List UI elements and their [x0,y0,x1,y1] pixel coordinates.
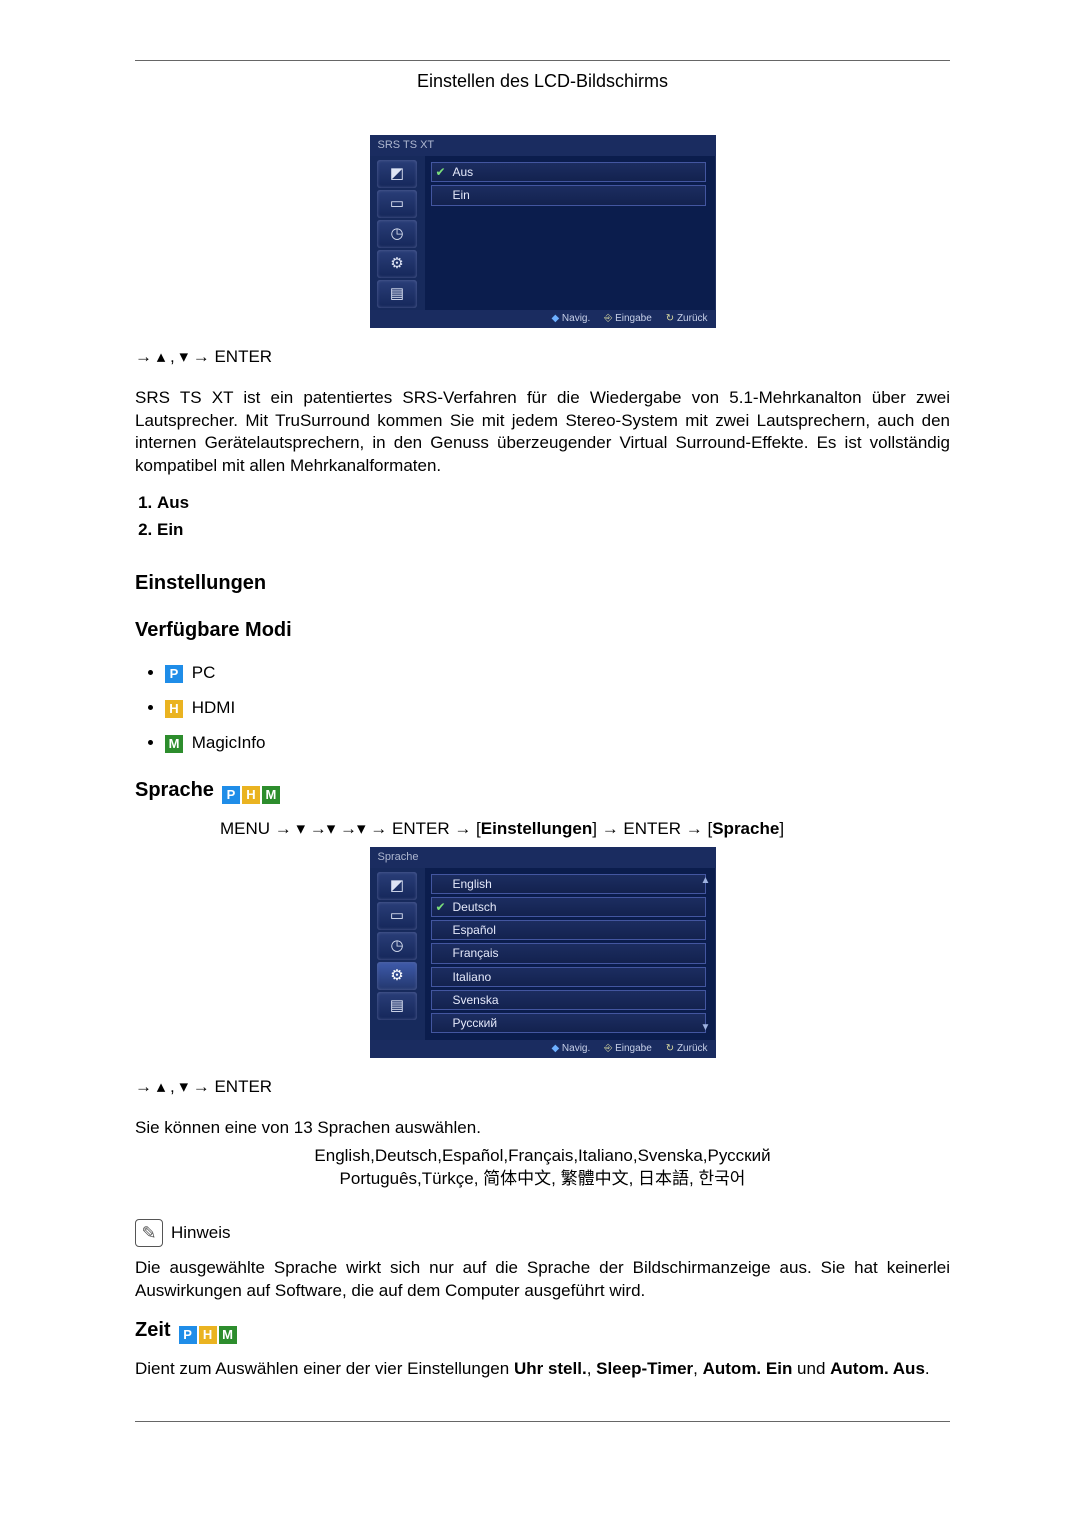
osd-option: ✔Deutsch [431,897,706,917]
osd-srs: SRS TS XT ◩ ▭ ◷ ⚙ ▤ ✔ Aus ✔ Ein ◆ N [370,135,716,327]
osd-title: Sprache [370,847,716,868]
picture-icon: ◩ [377,872,417,900]
top-rule [135,60,950,61]
chip-p-icon: P [222,786,240,804]
languages-line: English,Deutsch,Español,Français,Italian… [135,1145,950,1168]
check-icon: ✔ [436,164,447,180]
chip-h-icon: H [199,1326,217,1344]
sprache-select-text: Sie können eine von 13 Sprachen auswähle… [135,1117,950,1140]
osd-foot-enter: ⎆ Eingabe [604,1042,651,1056]
osd-title: SRS TS XT [370,135,716,156]
chevron-down-icon: ▼ [701,1021,713,1035]
mode-item: M MagicInfo [165,732,950,755]
heading-sprache: Sprache PHM [135,777,950,804]
osd-sprache: Sprache ◩ ▭ ◷ ⚙ ▤ ✔English ✔Deutsch ✔Esp… [370,847,716,1058]
languages-line: Português,Türkçe, 简体中文, 繁體中文, 日本語, 한국어 [135,1168,950,1191]
srs-option-list: Aus Ein [135,492,950,542]
mode-label: HDMI [192,698,235,717]
osd-option: ✔Français [431,943,706,963]
osd-main: ✔English ✔Deutsch ✔Español ✔Français ✔It… [425,868,716,1040]
osd-option: ✔English [431,874,706,894]
chip-m-icon: M [219,1326,237,1344]
osd-foot-back: ↻ Zurück [666,1042,708,1056]
gear-icon: ⚙ [377,250,417,278]
osd-scrollbar: ▲▼ [701,874,713,1034]
chip-p-icon: P [179,1326,197,1344]
hinweis-heading: ✎ Hinweis [135,1219,950,1247]
osd-footer: ◆ Navig. ⎆ Eingabe ↻ Zurück [370,1040,716,1058]
mode-list: P PC H HDMI M MagicInfo [135,662,950,755]
osd-side: ◩ ▭ ◷ ⚙ ▤ [370,156,425,310]
osd-foot-back: ↻ Zurück [666,312,708,326]
heading-zeit: Zeit PHM [135,1317,950,1344]
heading-einstellungen: Einstellungen [135,570,950,597]
hinweis-label: Hinweis [171,1222,231,1245]
heading-chips: PHM [179,1317,239,1344]
clock-icon: ◷ [377,932,417,960]
mode-item: H HDMI [165,697,950,720]
note-icon: ✎ [135,1219,163,1247]
nav-sequence: → ▴ , ▾ → ENTER [135,1076,950,1099]
card-icon: ▤ [377,992,417,1020]
osd-foot-enter: ⎆ Eingabe [604,312,651,326]
zeit-text: Dient zum Auswählen einer der vier Einst… [135,1358,950,1381]
sound-icon: ▭ [377,190,417,218]
chevron-up-icon: ▲ [701,874,713,888]
check-icon: ✔ [436,899,447,915]
card-icon: ▤ [377,280,417,308]
chip-h-icon: H [165,700,183,718]
mode-item: P PC [165,662,950,685]
osd-option: ✔Español [431,920,706,940]
osd-option-label: Ein [453,187,470,203]
chip-h-icon: H [242,786,260,804]
gear-icon: ⚙ [377,962,417,990]
languages-block: English,Deutsch,Español,Français,Italian… [135,1145,950,1191]
picture-icon: ◩ [377,160,417,188]
osd-side: ◩ ▭ ◷ ⚙ ▤ [370,868,425,1040]
osd-option: ✔ Ein [431,185,706,205]
chip-m-icon: M [165,735,183,753]
heading-chips: PHM [222,777,282,804]
osd-option-label: Aus [453,164,474,180]
menu-path: MENU → ▾ →▾ →▾ → ENTER → [Einstellungen]… [220,818,950,841]
osd-option: ✔Italiano [431,967,706,987]
sound-icon: ▭ [377,902,417,930]
osd-main: ✔ Aus ✔ Ein [425,156,716,310]
osd-option: ✔ Aus [431,162,706,182]
osd-footer: ◆ Navig. ⎆ Eingabe ↻ Zurück [370,310,716,328]
chip-m-icon: M [262,786,280,804]
mode-label: PC [192,663,216,682]
osd-foot-nav: ◆ Navig. [551,312,590,326]
osd-foot-nav: ◆ Navig. [551,1042,590,1056]
clock-icon: ◷ [377,220,417,248]
heading-modes: Verfügbare Modi [135,617,950,644]
list-item: Ein [157,519,950,542]
hinweis-text: Die ausgewählte Sprache wirkt sich nur a… [135,1257,950,1303]
osd-option: ✔Русский [431,1013,706,1033]
nav-sequence: → ▴ , ▾ → ENTER [135,346,950,369]
srs-description: SRS TS XT ist ein patentiertes SRS-Verfa… [135,387,950,479]
chip-p-icon: P [165,665,183,683]
list-item: Aus [157,492,950,515]
mode-label: MagicInfo [192,733,266,752]
bottom-rule [135,1421,950,1422]
osd-option: ✔Svenska [431,990,706,1010]
page-header: Einstellen des LCD-Bildschirms [135,69,950,93]
